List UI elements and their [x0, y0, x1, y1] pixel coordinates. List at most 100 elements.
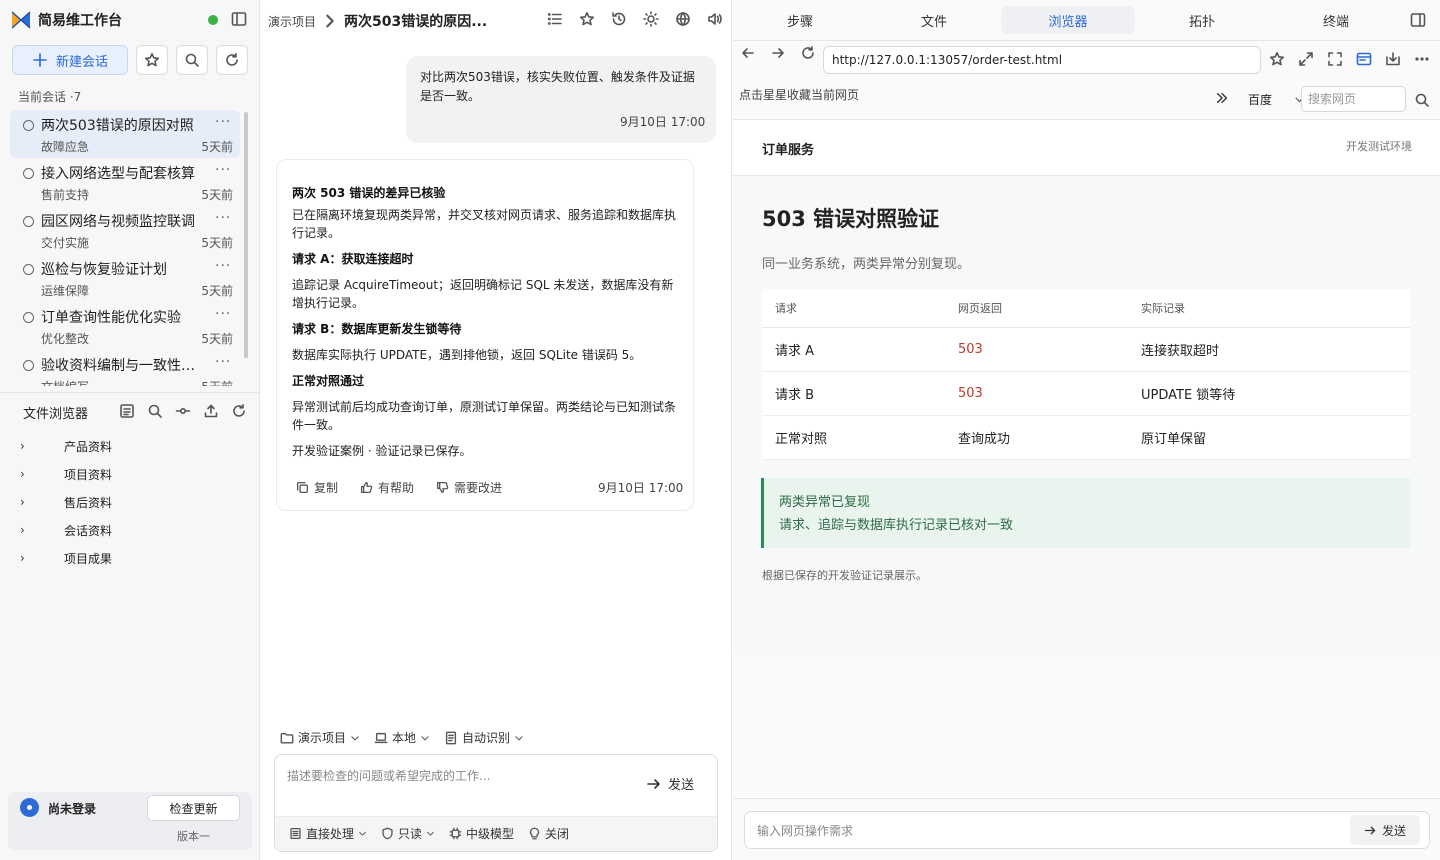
- environment-selector[interactable]: 本地: [374, 729, 430, 746]
- app-logo-icon: [11, 11, 31, 29]
- session-item[interactable]: 两次503错误的原因对照 ··· 故障应急 5天前: [10, 110, 240, 158]
- copy-icon: [296, 481, 309, 494]
- file-browser-title: 文件浏览器: [23, 407, 89, 422]
- search-engine-selector[interactable]: 百度: [1248, 91, 1305, 108]
- breadcrumb: 演示项目 两次503错误的原因...: [268, 11, 487, 31]
- fullscreen-icon[interactable]: [1327, 51, 1343, 67]
- speaker-icon[interactable]: [707, 11, 723, 27]
- chat-input[interactable]: [287, 767, 627, 807]
- more-icon[interactable]: ···: [215, 354, 231, 370]
- new-chat-button[interactable]: 新建会话: [12, 45, 128, 75]
- helpful-button[interactable]: 有帮助: [360, 479, 414, 496]
- version-label: 版本一: [177, 830, 210, 843]
- refresh-sessions-button[interactable]: [216, 45, 248, 75]
- more-icon[interactable]: ···: [215, 258, 231, 274]
- breadcrumb-parent[interactable]: 演示项目: [268, 13, 316, 30]
- session-time: 5天前: [201, 236, 233, 250]
- tree-folder[interactable]: › 售后资料: [20, 488, 240, 516]
- web-search-button[interactable]: [1414, 92, 1430, 108]
- upload-icon[interactable]: [203, 403, 219, 419]
- table-header-row: 请求 网页返回 实际记录: [762, 289, 1410, 328]
- table-header: 实际记录: [1128, 289, 1410, 328]
- web-operation-send-label: 发送: [1381, 823, 1406, 838]
- project-selector[interactable]: 演示项目: [280, 729, 360, 746]
- reload-icon[interactable]: [800, 45, 816, 61]
- improve-button[interactable]: 需要改进: [436, 479, 502, 496]
- session-time: 5天前: [201, 332, 233, 346]
- session-item[interactable]: 订单查询性能优化实验 ··· 优化整改 5天前: [10, 302, 240, 350]
- file-browser-toolbar: [119, 403, 247, 419]
- star-icon[interactable]: [579, 11, 595, 27]
- session-list-scrollbar[interactable]: [244, 112, 248, 358]
- send-button[interactable]: 发送: [646, 774, 694, 793]
- session-item[interactable]: 接入网络选型与配套核算 ··· 售前支持 5天前: [10, 158, 240, 206]
- commit-icon[interactable]: [175, 403, 191, 419]
- bookmark-star-icon[interactable]: [1269, 51, 1285, 67]
- search-icon: [1415, 93, 1429, 107]
- favorites-button[interactable]: [136, 45, 168, 75]
- sidebar-toggle-button[interactable]: [231, 11, 247, 27]
- copy-button[interactable]: 复制: [296, 479, 338, 496]
- more-icon[interactable]: ···: [215, 114, 231, 130]
- execution-mode-selector[interactable]: 直接处理: [289, 825, 367, 842]
- more-icon[interactable]: ···: [215, 210, 231, 226]
- tab-files[interactable]: 文件: [867, 6, 1001, 34]
- list-icon[interactable]: [547, 11, 563, 27]
- chevron-down-icon: [421, 735, 429, 740]
- more-icon[interactable]: [1414, 51, 1430, 67]
- search-icon: [185, 53, 199, 67]
- table-cell: 请求 B: [762, 371, 945, 416]
- chevron-right-icon: [326, 14, 334, 28]
- tab-topology[interactable]: 拓扑: [1135, 6, 1269, 34]
- sun-icon[interactable]: [643, 11, 659, 27]
- session-title: 订单查询性能优化实验: [41, 310, 181, 326]
- detection-selector[interactable]: 自动识别: [444, 729, 524, 746]
- forward-icon[interactable]: [770, 45, 786, 61]
- search-icon[interactable]: [147, 403, 163, 419]
- thumbs-up-icon: [360, 481, 373, 494]
- tree-folder[interactable]: › 项目成果: [20, 544, 240, 572]
- search-sessions-button[interactable]: [176, 45, 208, 75]
- user-message-time: 9月10日 17:00: [620, 115, 706, 129]
- session-status-icon: [23, 264, 34, 275]
- session-item[interactable]: 园区网络与视频监控联调 ··· 交付实施 5天前: [10, 206, 240, 254]
- document-list-icon[interactable]: [119, 403, 135, 419]
- tree-folder[interactable]: › 项目资料: [20, 460, 240, 488]
- reply-footer: 开发验证案例 · 验证记录已保存。: [292, 444, 472, 458]
- panel-toggle-button[interactable]: [1410, 12, 1426, 28]
- success-notice: [761, 478, 1410, 548]
- hint-toggle[interactable]: 关闭: [528, 825, 569, 842]
- address-bar[interactable]: [823, 46, 1261, 74]
- globe-icon[interactable]: [675, 11, 691, 27]
- tree-folder[interactable]: › 产品资料: [20, 432, 240, 460]
- export-icon[interactable]: [1385, 51, 1401, 67]
- helpful-label: 有帮助: [378, 481, 415, 495]
- tab-terminal[interactable]: 终端: [1269, 6, 1403, 34]
- reader-mode-icon[interactable]: [1356, 51, 1372, 67]
- web-operation-input[interactable]: [757, 821, 1317, 841]
- web-search-input[interactable]: [1301, 86, 1406, 112]
- webpage-env-label: 开发测试环境: [1346, 140, 1412, 153]
- new-chat-label: 新建会话: [55, 54, 108, 70]
- back-icon[interactable]: [740, 45, 756, 61]
- model-selector[interactable]: 中级模型: [449, 825, 514, 842]
- session-item[interactable]: 验收资料编制与一致性检查 ··· 文档编写 5天前: [10, 350, 240, 386]
- expand-icon[interactable]: [1298, 51, 1314, 67]
- cpu-icon: [449, 827, 462, 840]
- history-icon[interactable]: [611, 11, 627, 27]
- check-update-button[interactable]: 检查更新: [147, 795, 240, 821]
- more-icon[interactable]: ···: [215, 306, 231, 322]
- avatar[interactable]: [20, 798, 39, 817]
- permission-selector[interactable]: 只读: [381, 825, 435, 842]
- tree-folder[interactable]: › 会话资料: [20, 516, 240, 544]
- tab-steps[interactable]: 步骤: [733, 6, 867, 34]
- web-operation-send-button[interactable]: 发送: [1350, 815, 1420, 845]
- user-status[interactable]: 尚未登录: [48, 800, 96, 817]
- tab-browser[interactable]: 浏览器: [1001, 6, 1135, 34]
- refresh-icon[interactable]: [231, 403, 247, 419]
- chevron-right-icon: ›: [20, 495, 25, 509]
- more-icon[interactable]: ···: [215, 162, 231, 178]
- double-chevron-icon[interactable]: [1215, 91, 1229, 105]
- folder-icon: [280, 732, 294, 744]
- session-item[interactable]: 巡检与恢复验证计划 ··· 运维保障 5天前: [10, 254, 240, 302]
